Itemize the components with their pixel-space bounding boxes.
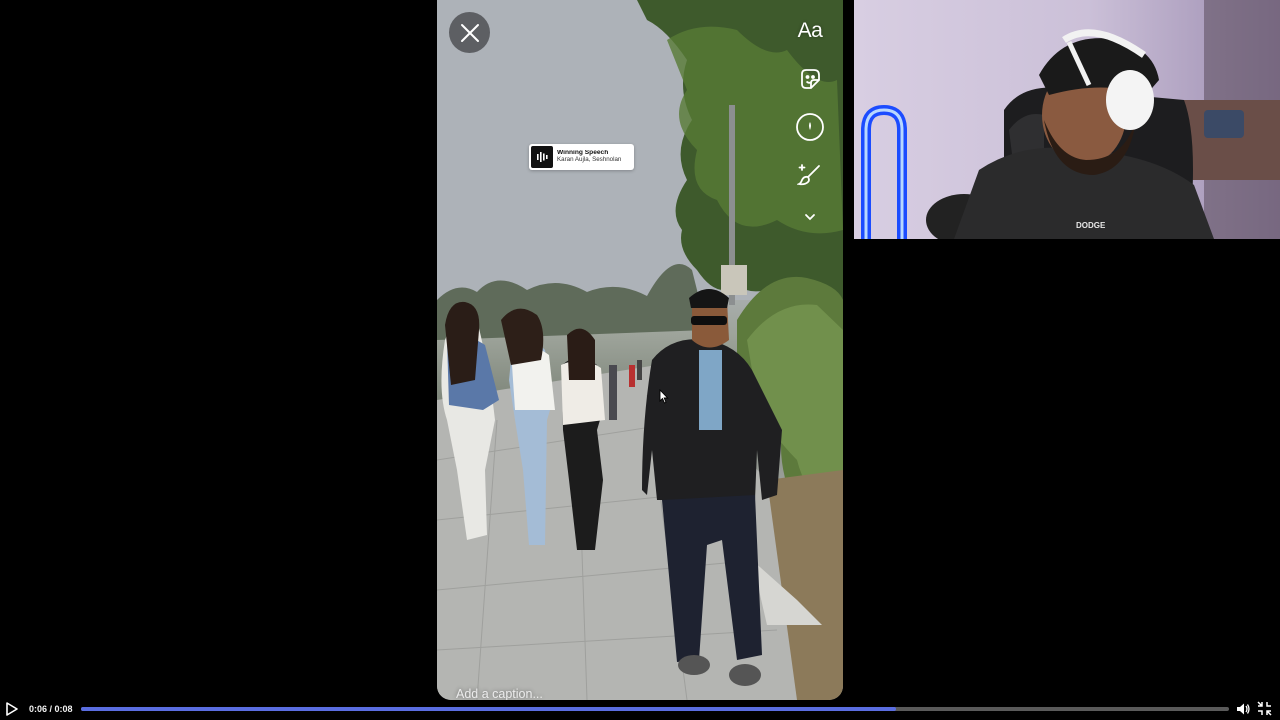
draw-brush-icon bbox=[797, 164, 820, 186]
editor-tool-rail: Aa bbox=[791, 12, 829, 230]
text-icon: Aa bbox=[797, 19, 823, 42]
more-tools-button[interactable] bbox=[791, 204, 829, 230]
svg-text:DODGE: DODGE bbox=[1076, 221, 1106, 230]
exit-fullscreen-icon[interactable] bbox=[1257, 701, 1272, 716]
story-editor: Aa Winning Speech Karan Aujla, Seshnolan… bbox=[437, 0, 843, 700]
close-button[interactable] bbox=[449, 12, 490, 53]
music-sticker[interactable]: Winning Speech Karan Aujla, Seshnolan bbox=[529, 144, 634, 170]
text-tool-button[interactable]: Aa bbox=[791, 12, 829, 50]
effects-tool-button[interactable] bbox=[791, 108, 829, 146]
audio-waveform-icon bbox=[531, 146, 553, 168]
mouse-cursor-icon bbox=[659, 389, 669, 404]
close-icon bbox=[460, 23, 479, 42]
volume-icon[interactable] bbox=[1235, 701, 1251, 717]
song-artist: Karan Aujla, Seshnolan bbox=[557, 156, 622, 164]
progress-fill bbox=[81, 707, 897, 711]
music-info: Winning Speech Karan Aujla, Seshnolan bbox=[557, 150, 621, 163]
chevron-down-icon bbox=[805, 214, 815, 221]
sticker-tool-button[interactable] bbox=[791, 60, 829, 98]
player-controls: 0:06 / 0:08 bbox=[0, 699, 1280, 720]
streamer-webcam: DODGE bbox=[854, 0, 1280, 239]
effects-icon bbox=[796, 113, 824, 141]
sticker-icon bbox=[801, 69, 820, 89]
time-display: 0:06 / 0:08 bbox=[29, 704, 73, 714]
webcam-feed: DODGE bbox=[854, 0, 1280, 239]
story-photo bbox=[437, 0, 843, 700]
progress-bar[interactable] bbox=[81, 707, 1229, 711]
video-player: Aa Winning Speech Karan Aujla, Seshnolan… bbox=[0, 0, 1280, 720]
draw-tool-button[interactable] bbox=[791, 156, 829, 194]
play-icon[interactable] bbox=[5, 702, 19, 716]
